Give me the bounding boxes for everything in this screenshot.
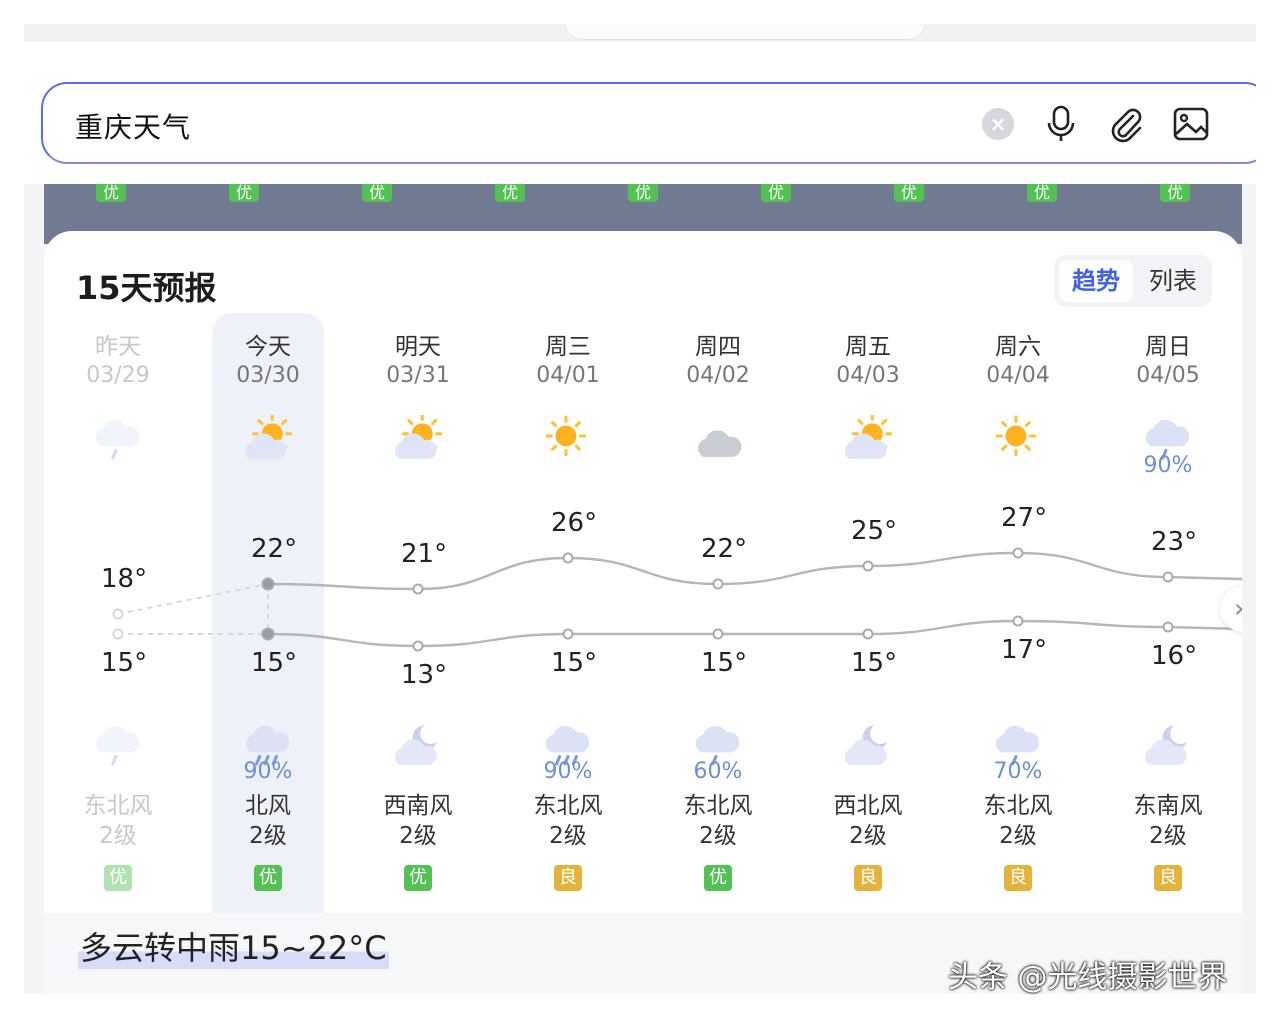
temperature-trend-chart [112,547,1242,652]
search-bar[interactable]: 重庆天气 × [41,82,1256,164]
low-temp-point [712,628,724,640]
clear-icon[interactable]: × [978,104,1018,144]
aqi-badge: 优 [229,184,259,202]
aqi-badge: 优 [761,184,791,202]
high-temp-point [562,552,574,564]
aqi-badge: 优 [495,184,525,202]
high-temp-past-line [117,583,269,615]
aqi-badge: 优 [362,184,392,202]
app-frame: 重庆天气 × 优 优 优 优 优 优 优 优 优 15天预报 趋势 列表 昨天 03/29 18… [24,24,1256,994]
high-temp-point [862,560,874,572]
url-pill[interactable] [564,24,926,40]
forecast-card: 15天预报 趋势 列表 昨天 03/29 18° 15° 东北风 2级 优 今天 … [44,231,1242,994]
low-temp-point [112,628,124,640]
low-temp-point [862,628,874,640]
low-temp-point [412,640,424,652]
high-temp-point [1012,547,1024,559]
top-strip [24,24,1256,42]
high-temp-point [261,577,275,591]
aqi-badge: 优 [1160,184,1190,202]
low-temp-point [1162,621,1174,633]
microphone-icon[interactable] [1041,104,1081,144]
high-temp-point [712,578,724,590]
image-icon[interactable] [1171,104,1211,144]
high-temp-point [412,583,424,595]
low-temp-point [562,628,574,640]
low-temp-point [1012,615,1024,627]
search-input[interactable]: 重庆天气 [75,106,191,146]
high-temp-point [1162,571,1174,583]
attachment-icon[interactable] [1106,104,1146,144]
weather-summary: 多云转中雨15~22°C [78,923,389,969]
watermark: 头条 @光线摄影世界 [948,960,1228,995]
aqi-badge: 优 [894,184,924,202]
aqi-badge: 优 [628,184,658,202]
aqi-badge: 优 [96,184,126,202]
aqi-badge: 优 [1027,184,1057,202]
low-temp-point [261,627,275,641]
high-temp-line [267,551,1242,591]
search-area: 重庆天气 × [24,42,1256,184]
high-temp-point [112,608,124,620]
